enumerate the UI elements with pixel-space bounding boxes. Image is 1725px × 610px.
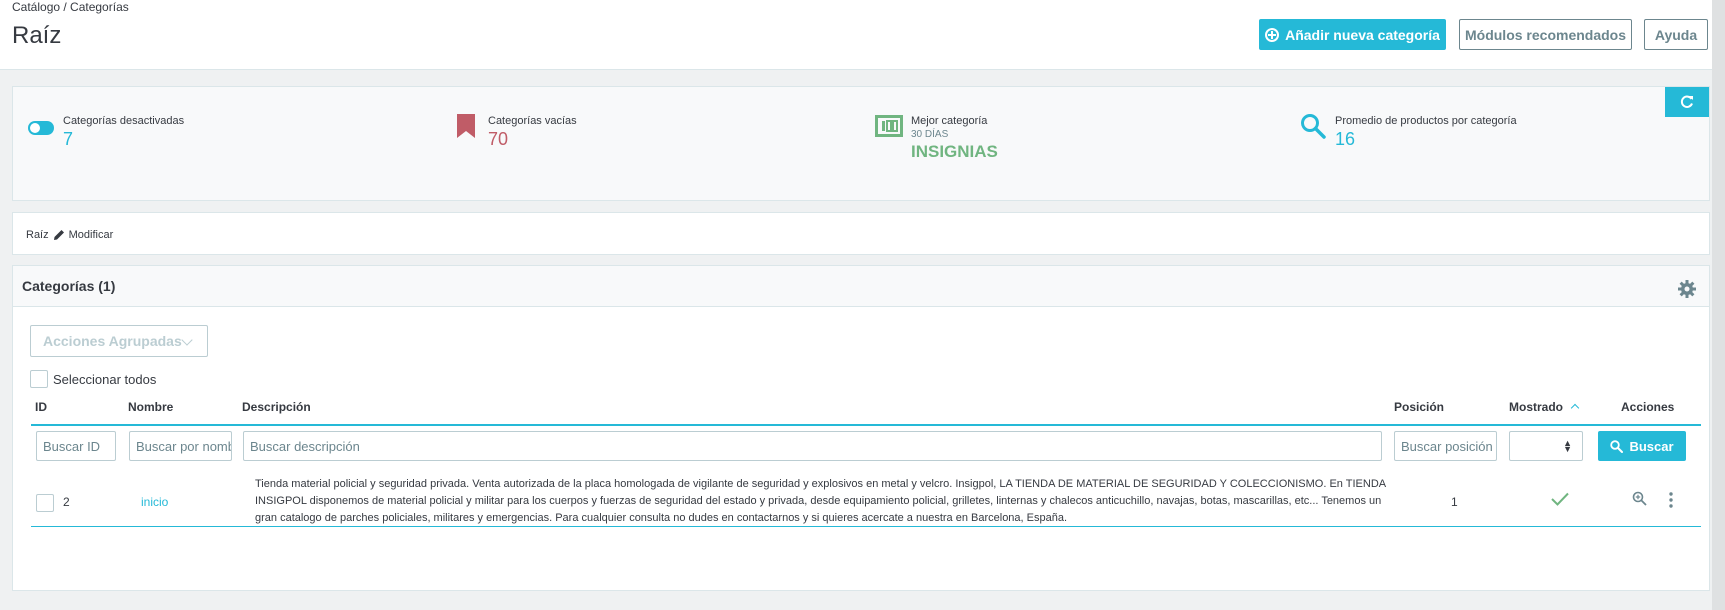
row-checkbox[interactable]	[36, 494, 54, 512]
kpi-label: Categorías vacías	[488, 115, 577, 127]
select-all-label: Seleccionar todos	[53, 371, 157, 387]
kpi-value: 7	[63, 129, 74, 149]
view-zoom-icon[interactable]	[1632, 491, 1647, 511]
categories-list-panel: Categorías (1) Acciones Agrupadas Selecc…	[12, 265, 1710, 591]
kpi-label: Promedio de productos por categoría	[1335, 115, 1517, 127]
kpi-label: Mejor categoría	[911, 115, 988, 127]
add-category-button[interactable]: Añadir nueva categoría	[1259, 19, 1446, 50]
bulk-actions-dropdown[interactable]: Acciones Agrupadas	[30, 325, 208, 357]
recommended-modules-button[interactable]: Módulos recomendados	[1459, 19, 1632, 50]
enabled-check-icon[interactable]	[1551, 492, 1569, 511]
column-header-shown[interactable]: Mostrado	[1509, 400, 1580, 414]
kpi-average-products[interactable]: Promedio de productos por categoría 16	[1301, 114, 1517, 150]
search-button-label: Buscar	[1629, 438, 1674, 454]
sort-asc-icon[interactable]	[1570, 403, 1580, 413]
pencil-icon	[53, 230, 64, 240]
kpi-value: 16	[1335, 129, 1356, 149]
add-circle-icon	[1265, 27, 1280, 42]
column-header-shown-label: Mostrado	[1509, 400, 1563, 414]
help-button[interactable]: Ayuda	[1644, 19, 1708, 50]
row-name-link[interactable]: inicio	[141, 495, 168, 509]
column-header-position[interactable]: Posición	[1394, 400, 1444, 414]
category-breadcrumb: Raíz Modificar	[26, 229, 113, 241]
select-arrows-icon: ▲ ▼	[1563, 438, 1572, 454]
filter-name-input[interactable]: Buscar por nombre	[129, 431, 232, 461]
breadcrumb[interactable]: Catálogo / Categorías	[12, 0, 129, 14]
select-all-checkbox[interactable]	[30, 370, 48, 388]
filter-position-input[interactable]: Buscar posición	[1394, 431, 1497, 461]
kpi-panel: Categorías desactivadas 7 Categorías vac…	[12, 86, 1710, 201]
kpi-value: 70	[488, 129, 509, 149]
column-header-name[interactable]: Nombre	[128, 400, 173, 414]
refresh-kpi-button[interactable]	[1665, 87, 1709, 117]
column-header-id[interactable]: ID	[35, 400, 47, 414]
list-header: Categorías (1)	[13, 266, 1709, 307]
search-icon	[1610, 439, 1624, 453]
bulk-actions-label: Acciones Agrupadas	[43, 333, 182, 349]
select-all[interactable]: Seleccionar todos	[30, 370, 156, 388]
row-position: 1	[1451, 495, 1458, 509]
breadcrumb-root[interactable]: Raíz	[26, 229, 49, 241]
badge-100-icon	[875, 115, 903, 142]
kpi-value: INSIGNIAS	[911, 142, 998, 161]
page-header: Catálogo / Categorías Raíz Añadir nueva …	[0, 0, 1712, 70]
list-title: Categorías (1)	[22, 278, 116, 294]
row-id: 2	[63, 495, 70, 509]
row-description: Tienda material policial y seguridad pri…	[255, 478, 1386, 524]
chevron-down-icon	[181, 334, 193, 346]
kpi-empty-categories[interactable]: Categorías vacías 70	[457, 114, 577, 150]
search-icon	[1300, 113, 1326, 144]
toggle-icon	[28, 121, 54, 140]
kpi-label: Categorías desactivadas	[63, 115, 185, 127]
column-header-actions: Acciones	[1621, 400, 1675, 414]
page-title: Raíz	[12, 22, 62, 49]
filter-id-input[interactable]: Buscar ID	[36, 431, 116, 461]
kpi-disabled-categories[interactable]: Categorías desactivadas 7	[28, 115, 185, 150]
window-edge	[1712, 0, 1725, 610]
edit-link[interactable]: Modificar	[69, 229, 114, 241]
kpi-best-category[interactable]: Mejor categoría 30 DÍAS INSIGNIAS	[875, 115, 998, 162]
more-actions-icon[interactable]	[1668, 492, 1674, 513]
category-breadcrumb-panel: Raíz Modificar	[12, 212, 1710, 255]
table-row[interactable]: 2 inicio Tienda material policial y segu…	[31, 472, 1701, 527]
kpi-sub: 30 DÍAS	[911, 129, 949, 140]
filter-shown-select[interactable]: ▲ ▼	[1509, 431, 1583, 461]
add-category-label: Añadir nueva categoría	[1285, 26, 1440, 43]
search-button[interactable]: Buscar	[1598, 431, 1686, 461]
header-divider	[31, 424, 1701, 426]
gear-icon[interactable]	[1678, 280, 1696, 303]
bookmark-icon	[456, 113, 476, 144]
refresh-icon	[1680, 95, 1693, 108]
filter-description-input[interactable]: Buscar descripción	[243, 431, 1382, 461]
column-header-description[interactable]: Descripción	[242, 400, 311, 414]
